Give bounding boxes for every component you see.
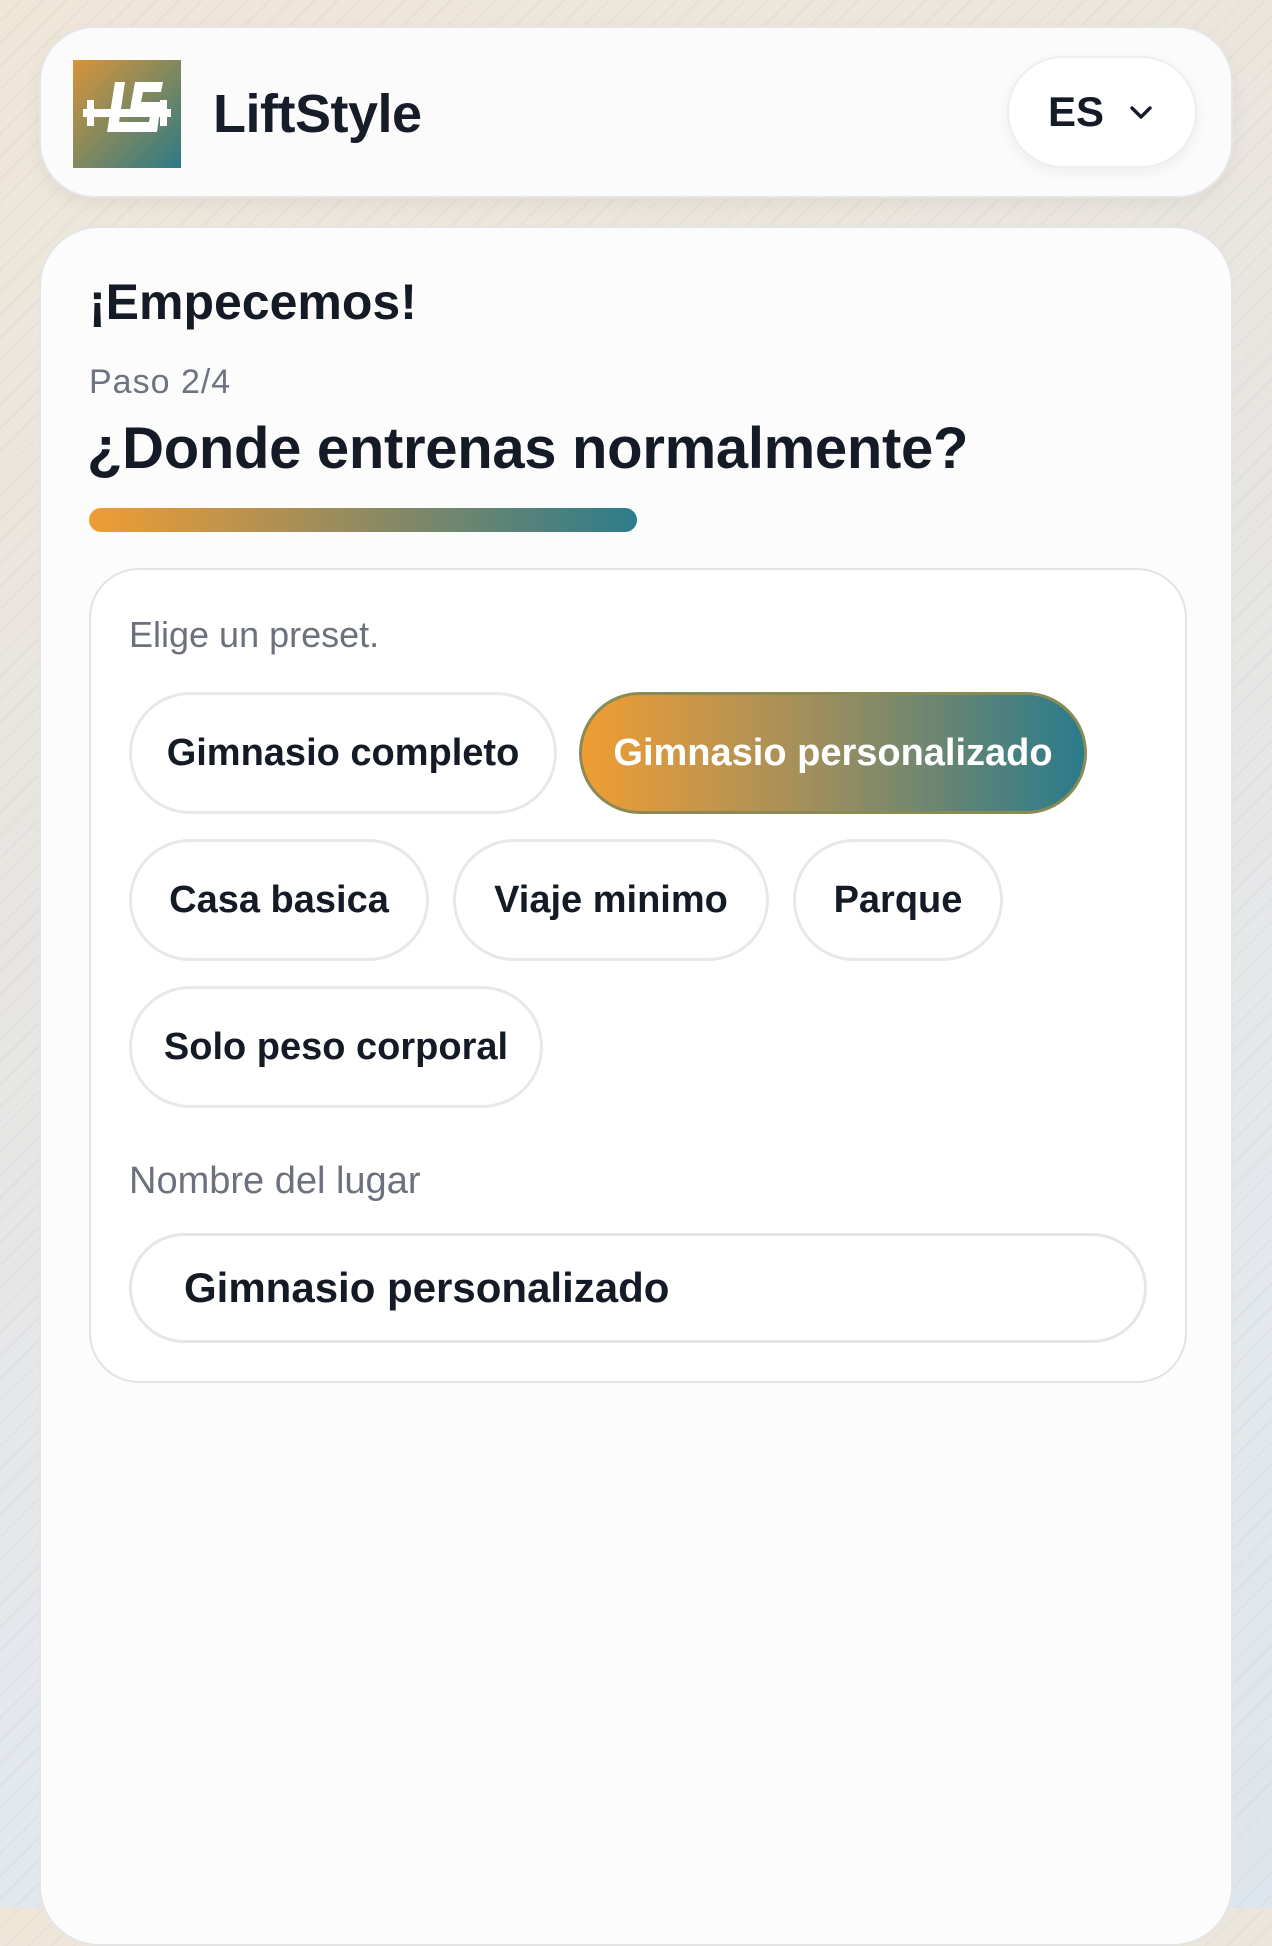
preset-chip-label: Parque (833, 878, 963, 921)
progress-bar-fill (89, 508, 637, 532)
liftstyle-logo (73, 60, 181, 168)
preset-chip-label: Solo peso corporal (163, 1025, 509, 1068)
preset-chip-parque[interactable]: Parque (793, 839, 1003, 961)
place-name-input[interactable] (129, 1233, 1147, 1343)
question-title: ¿Donde entrenas normalmente? (87, 416, 969, 481)
onboarding-card: ¡Empecemos! Paso 2/4 ¿Donde entrenas nor… (39, 226, 1233, 1946)
preset-chip-casa-basica[interactable]: Casa basica (129, 839, 429, 961)
preset-chip-viaje-minimo[interactable]: Viaje minimo (453, 839, 769, 961)
preset-chip-gimnasio-completo[interactable]: Gimnasio completo (129, 692, 557, 814)
greeting-heading: ¡Empecemos! (89, 274, 417, 330)
preset-panel: Elige un preset. Gimnasio completo Gimna… (89, 568, 1187, 1383)
preset-hint: Elige un preset. (129, 614, 380, 655)
brand-name: LiftStyle (213, 84, 422, 144)
preset-chip-label: Gimnasio personalizado (613, 731, 1053, 774)
preset-chip-solo-peso-corporal[interactable]: Solo peso corporal (129, 986, 543, 1108)
app-header: LiftStyle ES (39, 26, 1233, 198)
chevron-down-icon (1126, 97, 1156, 127)
preset-chip-label: Casa basica (169, 878, 389, 921)
step-indicator: Paso 2/4 (89, 363, 232, 401)
language-code: ES (1047, 88, 1105, 135)
preset-chip-label: Gimnasio completo (166, 731, 520, 774)
progress-bar (89, 508, 1185, 532)
preset-chip-label: Viaje minimo (494, 878, 728, 921)
place-name-label: Nombre del lugar (129, 1160, 421, 1202)
preset-chip-gimnasio-personalizado[interactable]: Gimnasio personalizado (579, 692, 1087, 814)
language-selector[interactable]: ES (1007, 56, 1197, 168)
